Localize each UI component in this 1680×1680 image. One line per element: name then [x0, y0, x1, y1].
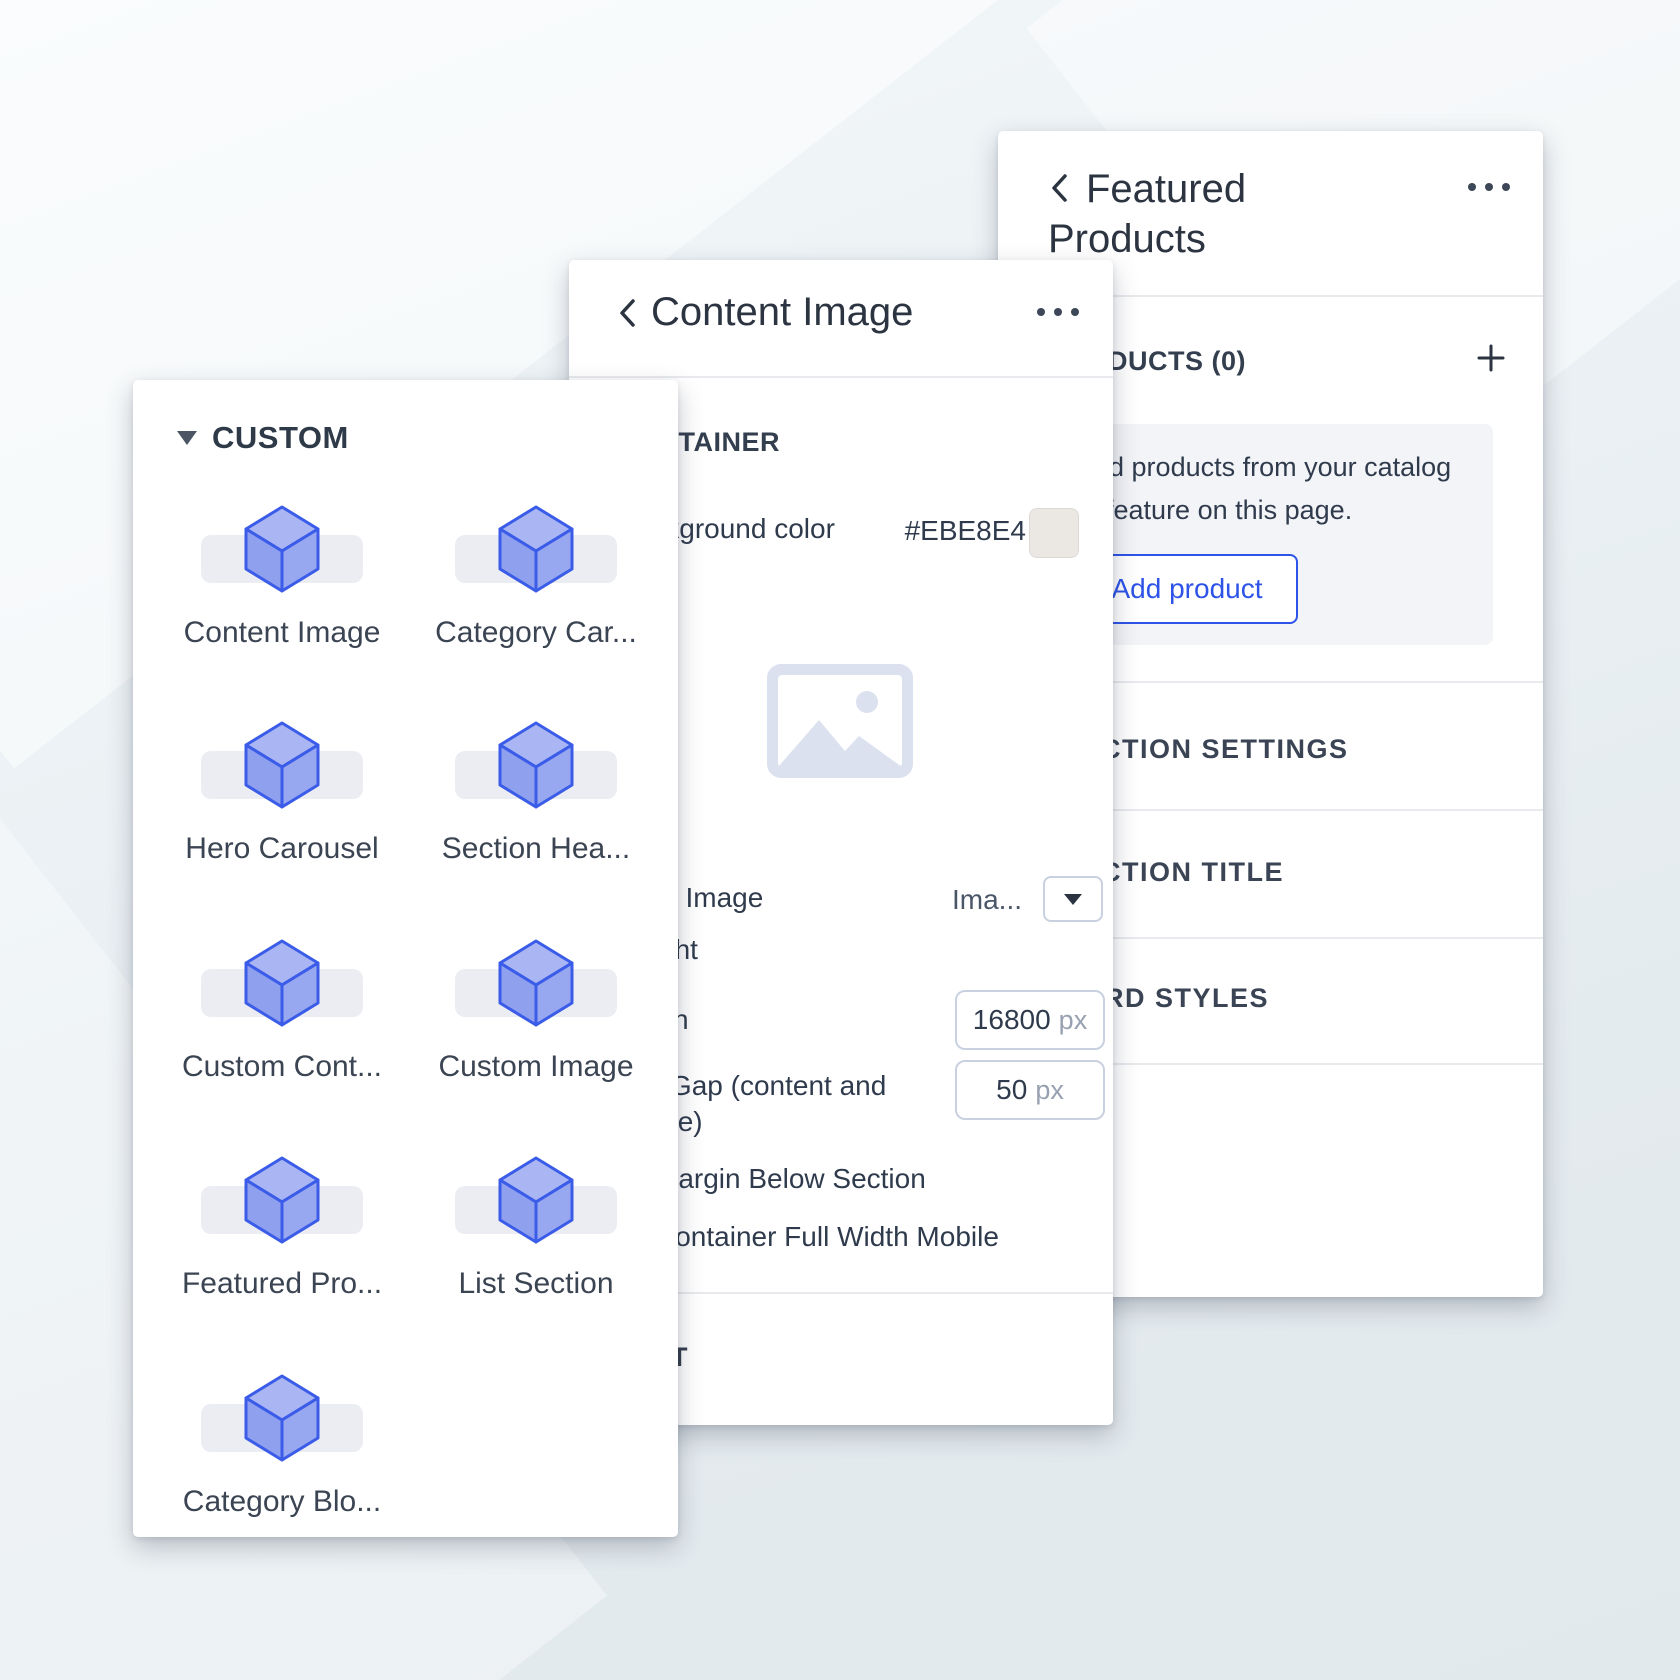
item-label: List Section [421, 1267, 651, 1301]
image-placeholder-icon [767, 664, 913, 778]
ellipsis-menu-icon[interactable] [1037, 308, 1079, 316]
full-width-mobile-label: Container Full Width Mobile [655, 1221, 999, 1253]
caret-down-icon [177, 431, 197, 445]
width-input[interactable]: 16800 px [955, 990, 1105, 1050]
cube-icon [498, 1156, 574, 1244]
background-color-value: #EBE8E4 [905, 515, 1026, 547]
cube-icon [244, 505, 320, 593]
cube-icon [244, 721, 320, 809]
empty-products-message: Add products from your catalog to featur… [1076, 446, 1471, 532]
crop-image-value: Ima... [952, 884, 1022, 916]
item-label: Custom Cont... [167, 1050, 397, 1084]
cube-icon [498, 721, 574, 809]
component-item-category-blocks[interactable]: Category Blo... [167, 1358, 397, 1548]
cube-icon [498, 939, 574, 1027]
dropdown-caret-icon [1064, 894, 1082, 905]
component-item-hero-carousel[interactable]: Hero Carousel [167, 705, 397, 895]
item-label: Category Blo... [167, 1485, 397, 1519]
panel-title-text: Featured Products [1048, 167, 1246, 261]
item-label: Featured Pro... [167, 1267, 397, 1301]
component-item-custom-content[interactable]: Custom Cont... [167, 923, 397, 1113]
ellipsis-menu-icon[interactable] [1468, 183, 1510, 191]
item-label: Hero Carousel [167, 832, 397, 866]
top-gap-unit: px [1035, 1075, 1064, 1106]
cube-icon [244, 1374, 320, 1462]
divider [569, 376, 1113, 378]
item-label: Category Car... [421, 616, 651, 650]
custom-section-header[interactable]: CUSTOM [177, 420, 349, 456]
component-item-content-image[interactable]: Content Image [167, 489, 397, 679]
component-item-featured-products[interactable]: Featured Pro... [167, 1140, 397, 1330]
empty-products-callout: Add products from your catalog to featur… [1048, 424, 1493, 645]
custom-section-label: CUSTOM [212, 420, 349, 456]
page-builder-screen: Featured Products PRODUCTS (0) Add produ… [0, 0, 1680, 1680]
top-gap-input[interactable]: 50 px [955, 1060, 1105, 1120]
crop-image-dropdown[interactable] [1043, 876, 1103, 922]
back-chevron-icon[interactable] [616, 297, 638, 329]
add-plus-icon[interactable] [1476, 343, 1506, 373]
cube-icon [244, 939, 320, 1027]
panel-title-featured-products: Featured Products [1048, 164, 1328, 264]
item-label: Section Hea... [421, 832, 651, 866]
margin-below-label: Margin Below Section [655, 1163, 926, 1195]
panel-title-content-image: Content Image [651, 290, 913, 335]
component-item-custom-image[interactable]: Custom Image [421, 923, 651, 1113]
color-swatch[interactable] [1029, 508, 1079, 558]
top-gap-value: 50 [996, 1074, 1027, 1106]
component-item-list-section[interactable]: List Section [421, 1140, 651, 1330]
item-label: Content Image [167, 616, 397, 650]
cube-icon [498, 505, 574, 593]
component-item-category-carousel[interactable]: Category Car... [421, 489, 651, 679]
component-item-section-header[interactable]: Section Hea... [421, 705, 651, 895]
cube-icon [244, 1156, 320, 1244]
back-chevron-icon[interactable] [1048, 171, 1070, 205]
width-unit: px [1059, 1005, 1088, 1036]
width-value: 16800 [973, 1004, 1051, 1036]
item-label: Custom Image [421, 1050, 651, 1084]
custom-components-panel: CUSTOM Content Image Category Car... [133, 380, 678, 1537]
